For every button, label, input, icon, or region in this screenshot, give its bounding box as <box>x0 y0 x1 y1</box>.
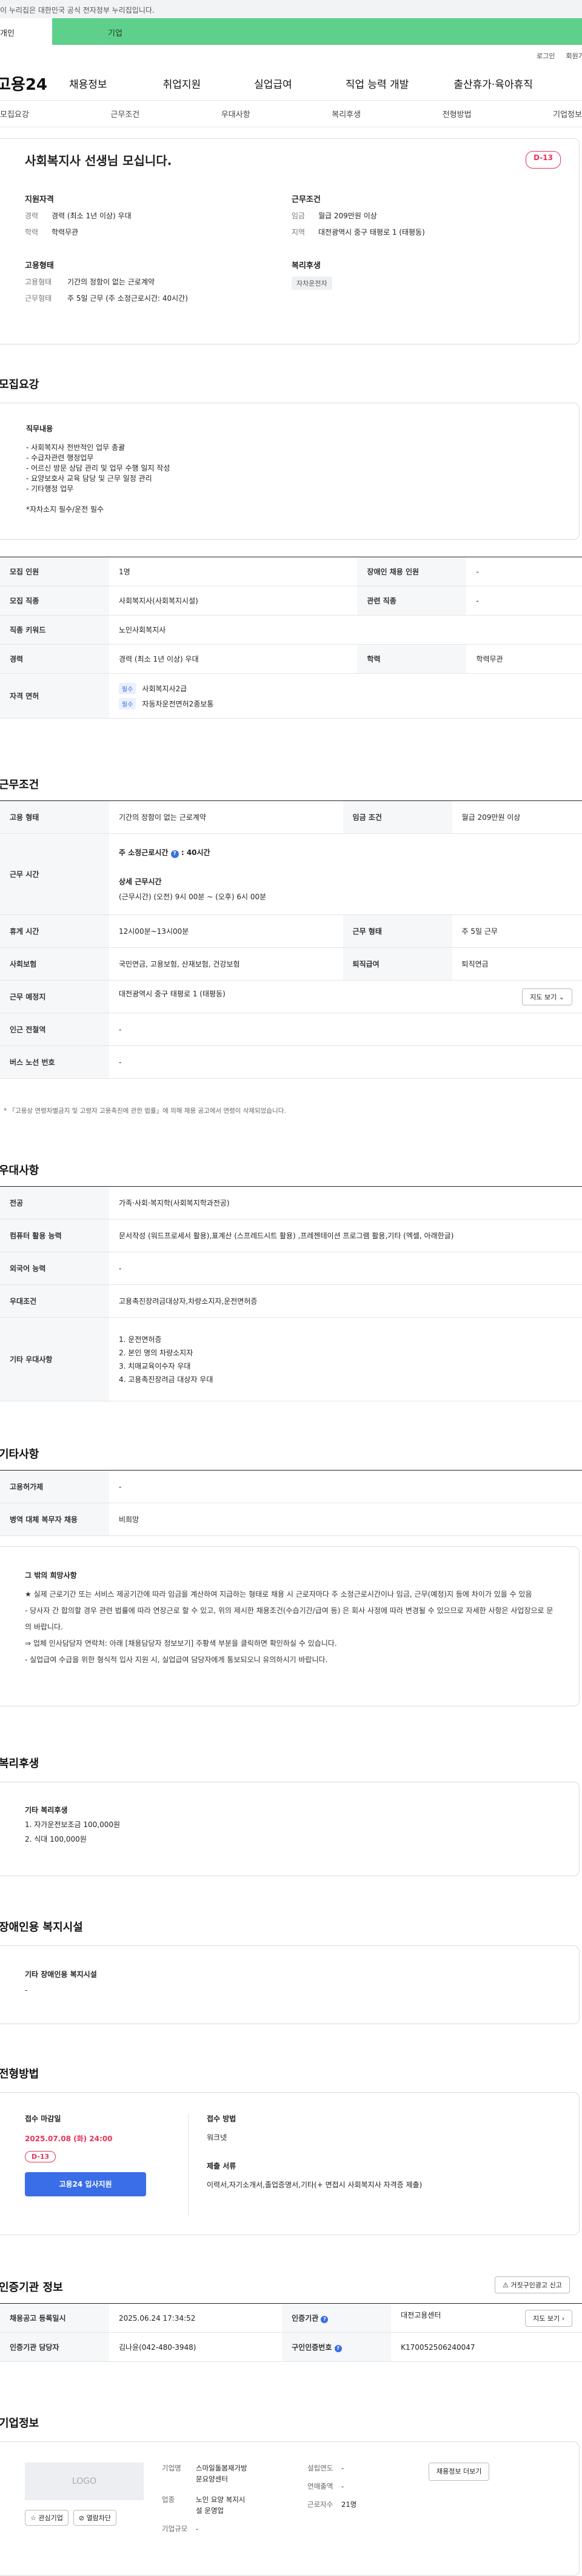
process-dday: D-13 <box>25 2151 56 2162</box>
gnb-item-benefit[interactable]: 실업급여 <box>254 76 292 91</box>
job-title: 사회복지사 선생님 모십니다. <box>25 153 172 168</box>
join-link[interactable]: 회원가입 <box>566 51 582 61</box>
fav-company-button[interactable]: ☆ 관심기업 <box>25 2510 69 2526</box>
subnav-recruit[interactable]: 모집요강 <box>0 108 29 119</box>
info-icon[interactable]: ? <box>334 2345 342 2352</box>
prefer-title: 우대사항 <box>0 1164 39 1177</box>
other-title: 기타사항 <box>0 1448 39 1461</box>
agency-table: 채용공고 등록일시 2025.06.24 17:34:52 인증기관 ? 대전고용센터… <box>0 2303 582 2362</box>
disability-title: 장애인용 복지시설 <box>0 1921 83 1934</box>
welfare-title: 복리후생 <box>0 1757 39 1770</box>
company-box: LOGO ☆ 관심기업 ⊘ 열람차단 기업명 스마일돌봄재가방 문요양센터 업종 노인… <box>0 2441 580 2576</box>
section-nav: 모집요강 근무조건 우대사항 복리후생 전형방법 기업정보 <box>0 101 582 127</box>
recruit-table: 모집 인원 1명 장애인 채용 인원 - 모집 직종 사회복지사(사회복지시설) 관련 직… <box>0 557 582 719</box>
process-title: 전형방법 <box>0 2068 39 2081</box>
deadline-value: 2025.07.08 (화) 24:00 <box>25 2135 113 2143</box>
process-box: 접수 마감일 2025.07.08 (화) 24:00 D-13 고용24 입사… <box>0 2092 580 2235</box>
duties-box: 직무내용 - 사회복지사 전반적인 업무 총괄 - 수급자관련 행정업무 - 어… <box>0 403 580 540</box>
login-link[interactable]: 로그인 <box>537 51 555 61</box>
duties-title: 직무내용 <box>26 424 53 433</box>
gnb-item-jobs[interactable]: 채용정보 <box>69 76 107 91</box>
emp-value: 기간의 정함이 없는 근로계약 <box>67 278 155 286</box>
subnav-prefer[interactable]: 우대사항 <box>221 108 250 119</box>
company-jobs-button[interactable]: 채용정보 더보기 <box>429 2463 490 2481</box>
conditions-title: 근무조건 <box>0 779 39 791</box>
dday-badge: D-13 <box>526 151 561 169</box>
tab-corp[interactable]: 기업 <box>52 18 582 45</box>
subnav-company[interactable]: 기업정보 <box>553 108 582 119</box>
welfare-box: 기타 복리후생 1. 자가운전보조금 100,000원 2. 식대 100,00… <box>0 1782 580 1876</box>
duty-5: - 기타행정 업무 <box>26 485 74 493</box>
area-value: 대전광역시 중구 태평로 1 (태평동) <box>318 228 425 236</box>
age-note: * 「고용상 연령차별금지 및 고령자 고용촉진에 관한 법률」에 의해 채용 … <box>4 1107 286 1115</box>
subnav-process[interactable]: 전형방법 <box>443 108 472 119</box>
tab-personal[interactable]: 개인 <box>0 18 52 45</box>
site-logo[interactable]: 고용24 <box>0 72 69 95</box>
gov-banner: 이 누리집은 대한민국 공식 전자정부 누리집입니다. <box>0 0 582 18</box>
subnav-conditions[interactable]: 근무조건 <box>110 108 139 119</box>
info-icon[interactable]: ? <box>321 2316 329 2323</box>
duty-7: *자차소지 필수/운전 필수 <box>26 505 104 514</box>
notice-box: 그 밖의 희망사항 ★ 실제 근로기간 또는 서비스 제공기간에 따라 임금을 … <box>0 1546 580 1706</box>
report-button[interactable]: ⚠ 거짓구인광고 신고 <box>495 2276 570 2293</box>
emp-title: 고용형태 <box>25 261 54 270</box>
gnb-item-leave[interactable]: 출산휴가·육아휴직 <box>453 76 533 91</box>
career-value: 경력 (최소 1년 이상) 우대 <box>52 212 132 220</box>
agency-map-button[interactable]: 지도 보기 › <box>525 2309 572 2327</box>
qual-title: 지원자격 <box>25 195 54 204</box>
wage-value: 월급 209만원 이상 <box>318 212 377 220</box>
block-button[interactable]: ⊘ 열람차단 <box>73 2510 117 2526</box>
duty-4: - 요양보호사 교육 담당 및 근무 일정 관리 <box>26 474 152 483</box>
welfare-chip: 자차운전자 <box>292 277 332 290</box>
edu-value: 학력무관 <box>52 228 79 236</box>
license-1: 사회복지사2급 <box>142 684 187 693</box>
disability-box: 기타 장애인용 복지시설 - <box>0 1945 580 2024</box>
company-logo: LOGO <box>25 2463 144 2500</box>
hours-value: 주 5일 근무 (주 소정근로시간: 40시간) <box>67 294 188 303</box>
gnb-item-training[interactable]: 직업 능력 개발 <box>346 76 409 91</box>
company-title: 기업정보 <box>0 2417 39 2430</box>
welfare-title: 복리후생 <box>292 261 321 270</box>
job-summary-card: 사회복지사 선생님 모십니다. D-13 지원자격 경력 경력 (최소 1년 이상… <box>0 138 580 344</box>
cond-title: 근무조건 <box>292 195 321 204</box>
detail-hours: (근무시간) (오전) 9시 00분 ~ (오후) 6시 00분 <box>119 892 267 901</box>
map-button[interactable]: 지도 보기 ⌄ <box>522 988 572 1005</box>
duty-3: - 어르신 방문 상담 관리 및 업무 수행 일지 작성 <box>26 464 170 472</box>
info-icon[interactable]: ? <box>170 850 179 858</box>
agency-title: 인증기관 정보 <box>0 2281 63 2294</box>
license-2: 자동차운전면허2종보통 <box>142 699 214 708</box>
utility-bar: 로그인 회원가입 <box>0 45 582 67</box>
top-tabs: 개인 기업 <box>0 18 582 45</box>
apply-button[interactable]: 고용24 입사지원 <box>25 2172 146 2196</box>
required-tag: 필수 <box>119 697 136 709</box>
gnb-item-support[interactable]: 취업지원 <box>163 76 201 91</box>
global-nav: 고용24 채용정보 취업지원 실업급여 직업 능력 개발 출산휴가·육아휴직 <box>0 67 582 101</box>
duty-1: - 사회복지사 전반적인 업무 총괄 <box>26 443 125 452</box>
duty-2: - 수급자관련 행정업무 <box>26 454 94 462</box>
recruit-title: 모집요강 <box>0 378 39 391</box>
subnav-welfare[interactable]: 복리후생 <box>332 108 361 119</box>
conditions-table: 고용 형태 기간의 정함이 없는 근로계약 임금 조건 월급 209만원 이상 근무 … <box>0 800 582 1079</box>
prefer-table: 전공 가족·사회·복지학(사회복지학과전공) 컴퓨터 활용 능력 문서작성 (워드프… <box>0 1186 582 1401</box>
required-tag: 필수 <box>119 682 136 694</box>
other-table: 고용허가제 - 병역 대체 복무자 채용 비희망 <box>0 1470 582 1536</box>
